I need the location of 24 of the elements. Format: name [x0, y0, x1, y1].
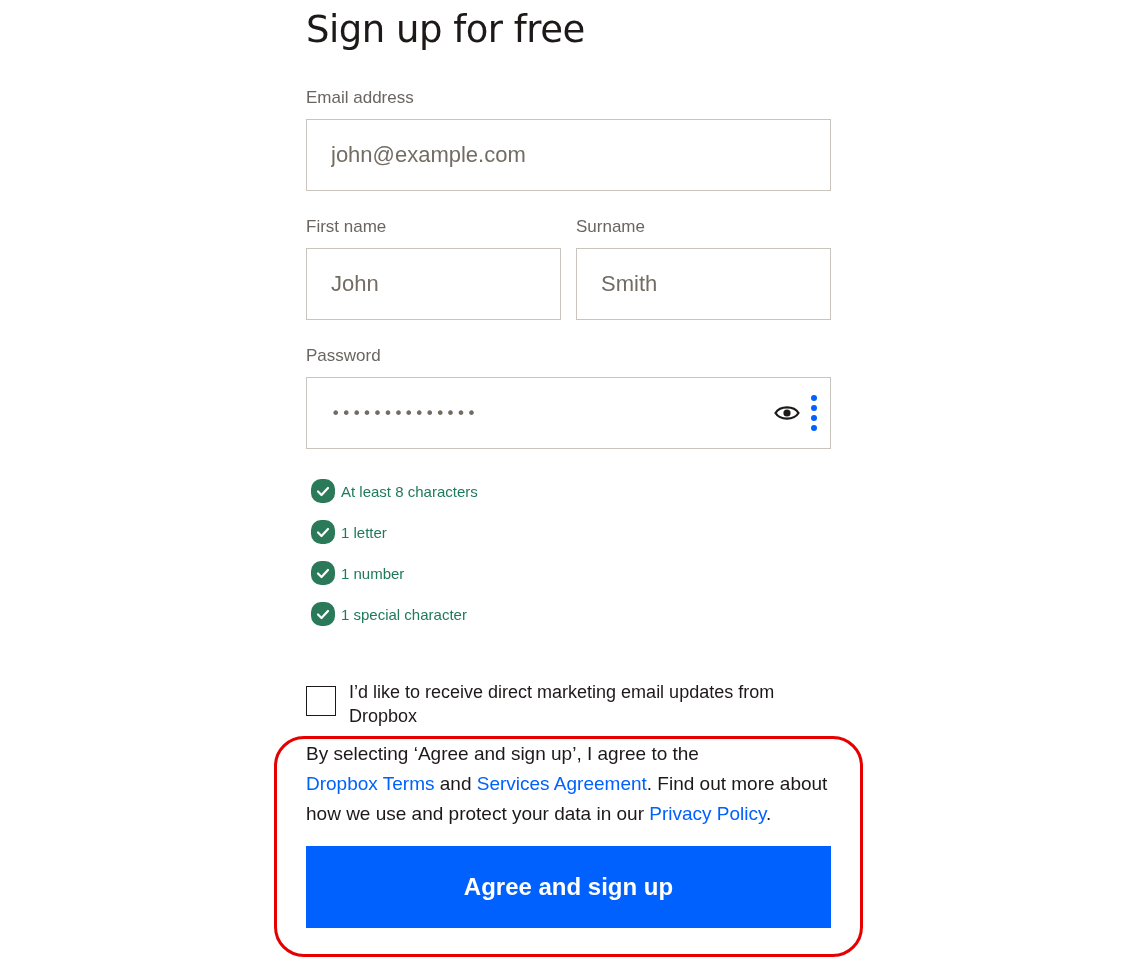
more-vertical-icon[interactable] [810, 394, 818, 432]
terms-link[interactable]: Dropbox [306, 773, 383, 794]
rule-text: 1 letter [341, 523, 387, 541]
input-field[interactable]: john@example.com [306, 119, 831, 191]
rule-text: 1 special character [341, 605, 467, 623]
password-value: •••••••••••••• [331, 403, 478, 423]
checkbox-label: I’d like to receive direct marketing email updates from Dropbox [349, 681, 776, 728]
checkbox[interactable] [306, 686, 336, 716]
consent-text: By selecting ‘Agree and sign up’, I agree to the Dropbox Terms and Services Agreement. Find out more about how we use and protect your data in our Privacy Policy. [306, 742, 829, 826]
field-label: Surname [576, 217, 646, 237]
input-field[interactable]: John [306, 248, 561, 320]
submit-button[interactable]: Agree and sign up [306, 846, 831, 928]
password-field[interactable]: •••••••••••••• [306, 377, 831, 449]
field-label: Email address [306, 88, 415, 108]
terms-link[interactable]: Services Agreement [476, 773, 647, 794]
terms-link[interactable]: Terms [382, 773, 435, 794]
page-title: Sign up for free [306, 8, 586, 52]
terms-link[interactable]: Privacy Policy [649, 803, 767, 824]
field-label: Password [306, 346, 382, 366]
input-field[interactable]: Smith [576, 248, 831, 320]
field-label: First name [306, 217, 388, 237]
rule-text: At least 8 characters [341, 482, 478, 500]
rule-text: 1 number [341, 564, 405, 582]
eye-icon[interactable] [774, 404, 800, 422]
